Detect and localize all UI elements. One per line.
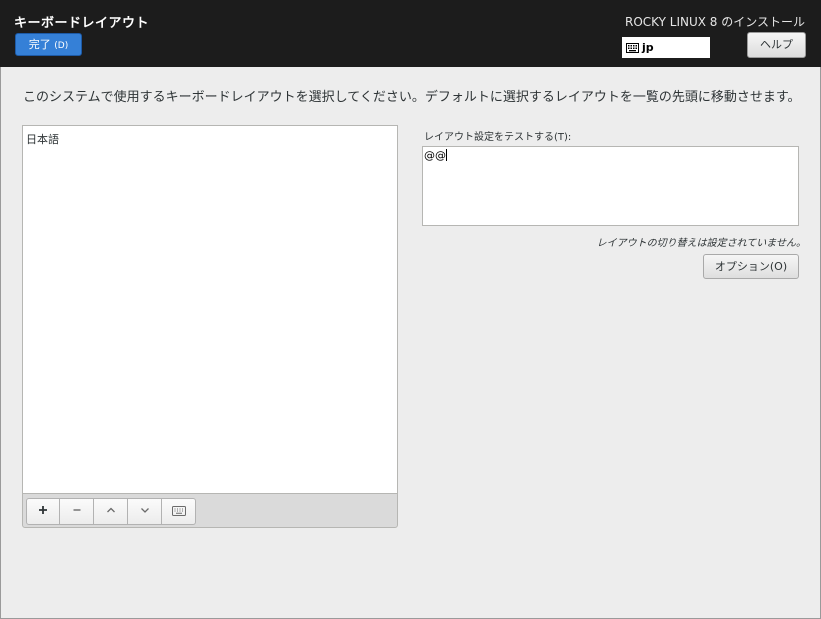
move-down-button[interactable] — [128, 498, 162, 525]
keyboard-icon — [171, 504, 186, 519]
keyboard-layout-value: jp — [642, 41, 654, 54]
layout-switching-status: レイアウトの切り替えは設定されていません。 — [596, 238, 806, 249]
done-button-label: 完了 — [28, 38, 51, 51]
list-item[interactable]: 日本語 — [23, 126, 397, 152]
chevron-down-icon — [139, 504, 151, 519]
options-button[interactable]: オプション(O) — [703, 254, 799, 279]
layout-list-toolbar — [22, 493, 398, 528]
add-layout-button[interactable] — [26, 498, 60, 525]
chevron-up-icon — [105, 504, 117, 519]
plus-icon — [37, 504, 49, 519]
layout-button-group — [26, 498, 196, 525]
layout-list[interactable]: 日本語 — [22, 125, 398, 494]
minus-icon — [71, 504, 83, 519]
preview-layout-button[interactable] — [162, 498, 196, 525]
instructions-text: このシステムで使用するキーボードレイアウトを選択してください。デフォルトに選択す… — [23, 90, 801, 105]
move-up-button[interactable] — [94, 498, 128, 525]
remove-layout-button[interactable] — [60, 498, 94, 525]
text-caret — [446, 149, 447, 161]
page-title: キーボードレイアウト — [14, 16, 150, 31]
help-button[interactable]: ヘルプ — [747, 32, 806, 58]
keyboard-icon — [626, 39, 639, 60]
keyboard-layout-indicator[interactable]: jp — [622, 37, 710, 58]
test-layout-textarea[interactable]: @@ — [422, 146, 799, 226]
spoke-header: キーボードレイアウト 完了 (D) ROCKY LINUX 8 のインストール … — [0, 0, 821, 67]
product-title: ROCKY LINUX 8 のインストール — [625, 15, 805, 29]
done-button[interactable]: 完了 (D) — [15, 33, 82, 56]
done-button-accel: (D) — [54, 41, 69, 51]
test-layout-label: レイアウト設定をテストする(T): — [424, 132, 572, 143]
test-layout-text: @@ — [424, 149, 446, 162]
